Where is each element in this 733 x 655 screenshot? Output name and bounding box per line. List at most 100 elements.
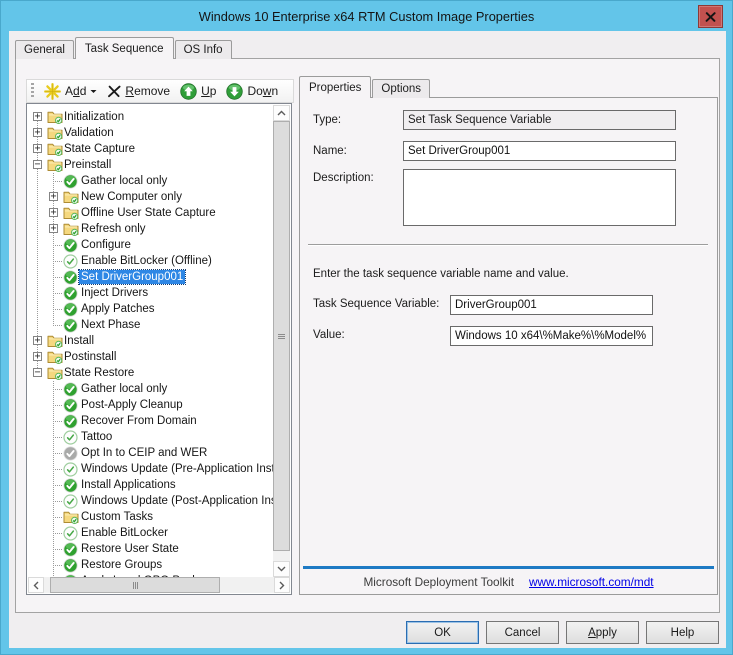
tree-item-install[interactable]: +Install bbox=[28, 333, 274, 349]
horizontal-scroll-thumb[interactable] bbox=[50, 577, 220, 593]
tree-item-preinstall[interactable]: −Preinstall bbox=[28, 157, 274, 173]
tree-item-label: Configure bbox=[79, 238, 133, 252]
tree-item-windows-update-pre-application-installation[interactable]: Windows Update (Pre-Application Installa… bbox=[28, 461, 274, 477]
tree-item-opt-in-to-ceip-and-wer[interactable]: Opt In to CEIP and WER bbox=[28, 445, 274, 461]
tree-item-post-apply-cleanup[interactable]: Post-Apply Cleanup bbox=[28, 397, 274, 413]
collapse-minus-icon[interactable]: − bbox=[33, 160, 42, 169]
expand-plus-icon[interactable]: + bbox=[33, 144, 42, 153]
tree-item-next-phase[interactable]: Next Phase bbox=[28, 317, 274, 333]
tree-connector-line bbox=[53, 485, 63, 486]
tree-item-recover-from-domain[interactable]: Recover From Domain bbox=[28, 413, 274, 429]
add-button[interactable]: Add bbox=[39, 82, 102, 101]
step-check-icon bbox=[63, 558, 78, 573]
tree-item-refresh-only[interactable]: + Refresh only bbox=[28, 221, 274, 237]
tree-item-tattoo[interactable]: Tattoo bbox=[28, 429, 274, 445]
name-input[interactable] bbox=[403, 141, 676, 161]
tree-item-custom-tasks[interactable]: Custom Tasks bbox=[28, 509, 274, 525]
tree-item-label: Windows Update (Pre-Application Installa… bbox=[79, 462, 274, 476]
expand-plus-icon[interactable]: + bbox=[33, 336, 42, 345]
up-label: Up bbox=[201, 84, 216, 98]
expand-plus-icon[interactable]: + bbox=[33, 352, 42, 361]
expand-plus-icon[interactable]: + bbox=[49, 192, 58, 201]
tree-item-restore-user-state[interactable]: Restore User State bbox=[28, 541, 274, 557]
variable-input[interactable] bbox=[450, 295, 653, 315]
step-tabstrip: PropertiesOptions bbox=[299, 77, 431, 98]
down-button[interactable]: Down bbox=[221, 82, 283, 101]
tree-item-label: Recover From Domain bbox=[79, 414, 199, 428]
tree-connector-line bbox=[53, 405, 63, 406]
tree-item-new-computer-only[interactable]: +New Computer only bbox=[28, 189, 274, 205]
tree-item-initialization[interactable]: + Initialization bbox=[28, 109, 274, 125]
scroll-up-button[interactable] bbox=[273, 105, 290, 121]
expand-plus-icon[interactable]: + bbox=[33, 112, 42, 121]
help-button[interactable]: Help bbox=[646, 621, 719, 644]
variable-label: Task Sequence Variable: bbox=[313, 298, 439, 310]
scroll-right-button[interactable] bbox=[274, 577, 290, 593]
apply-button[interactable]: Apply bbox=[566, 621, 639, 644]
tree-connector-line bbox=[53, 565, 63, 566]
step-check-icon bbox=[63, 238, 78, 253]
value-label: Value: bbox=[313, 329, 345, 341]
tree-connector-line bbox=[53, 501, 63, 502]
tree-item-apply-patches[interactable]: Apply Patches bbox=[28, 301, 274, 317]
tree-item-enable-bitlocker[interactable]: Enable BitLocker bbox=[28, 525, 274, 541]
tree-item-label: Tattoo bbox=[79, 430, 114, 444]
tree-item-enable-bitlocker-offline[interactable]: Enable BitLocker (Offline) bbox=[28, 253, 274, 269]
tree-item-install-applications[interactable]: Install Applications bbox=[28, 477, 274, 493]
horizontal-scrollbar[interactable] bbox=[28, 577, 290, 593]
tree-item-label: Inject Drivers bbox=[79, 286, 150, 300]
tab-os-info[interactable]: OS Info bbox=[175, 40, 232, 59]
expand-plus-icon[interactable]: + bbox=[33, 128, 42, 137]
description-input[interactable] bbox=[403, 169, 676, 226]
tree-item-state-capture[interactable]: +State Capture bbox=[28, 141, 274, 157]
type-label: Type: bbox=[313, 114, 341, 126]
tree-item-postinstall[interactable]: + Postinstall bbox=[28, 349, 274, 365]
value-input[interactable] bbox=[450, 326, 653, 346]
task-sequence-tabpage: Add Remove Up Down + Initialization+Validati… bbox=[15, 58, 720, 613]
up-button[interactable]: Up bbox=[175, 82, 221, 101]
tree-item-label: Refresh only bbox=[79, 222, 148, 236]
tree-item-label: Opt In to CEIP and WER bbox=[79, 446, 209, 460]
toolbar-grip-icon[interactable] bbox=[31, 83, 34, 99]
ok-button[interactable]: OK bbox=[406, 621, 479, 644]
close-button[interactable] bbox=[698, 5, 723, 28]
tab-general[interactable]: General bbox=[15, 40, 74, 59]
tree-item-label: Initialization bbox=[62, 110, 126, 124]
tab-task-sequence[interactable]: Task Sequence bbox=[75, 37, 174, 59]
tree-item-state-restore[interactable]: −State Restore bbox=[28, 365, 274, 381]
scroll-down-button[interactable] bbox=[273, 561, 290, 577]
tree-item-set-drivergroup001[interactable]: Set DriverGroup001 bbox=[28, 269, 274, 285]
tree-item-label: Postinstall bbox=[62, 350, 118, 364]
vertical-scrollbar[interactable] bbox=[273, 105, 290, 577]
tree-item-offline-user-state-capture[interactable]: +Offline User State Capture bbox=[28, 205, 274, 221]
tree-item-configure[interactable]: Configure bbox=[28, 237, 274, 253]
add-label: Add bbox=[65, 84, 86, 98]
tree-item-gather-local-only[interactable]: Gather local only bbox=[28, 381, 274, 397]
tree-item-label: Apply Patches bbox=[79, 302, 157, 316]
tab-properties[interactable]: Properties bbox=[299, 76, 371, 98]
tree-connector-line bbox=[53, 293, 63, 294]
expand-plus-icon[interactable]: + bbox=[49, 224, 58, 233]
expand-plus-icon[interactable]: + bbox=[49, 208, 58, 217]
titlebar[interactable]: Windows 10 Enterprise x64 RTM Custom Ima… bbox=[1, 1, 732, 31]
tree-item-inject-drivers[interactable]: Inject Drivers bbox=[28, 285, 274, 301]
dropdown-caret-icon bbox=[90, 89, 97, 94]
tree-item-windows-update-post-application-installation[interactable]: Windows Update (Post-Application Install… bbox=[28, 493, 274, 509]
step-check-light-icon bbox=[63, 462, 78, 477]
tab-options[interactable]: Options bbox=[372, 79, 430, 98]
vertical-scroll-thumb[interactable] bbox=[273, 121, 290, 551]
separator bbox=[308, 244, 708, 246]
tree-item-validation[interactable]: +Validation bbox=[28, 125, 274, 141]
mdt-link[interactable]: www.microsoft.com/mdt bbox=[529, 575, 654, 589]
tree-item-label: Set DriverGroup001 bbox=[79, 270, 185, 284]
cancel-button[interactable]: Cancel bbox=[486, 621, 559, 644]
tree-item-gather-local-only[interactable]: Gather local only bbox=[28, 173, 274, 189]
tree-item-label: Custom Tasks bbox=[79, 510, 155, 524]
tree-item-restore-groups[interactable]: Restore Groups bbox=[28, 557, 274, 573]
scroll-left-button[interactable] bbox=[28, 577, 44, 593]
remove-button[interactable]: Remove bbox=[102, 83, 175, 99]
step-check-light-icon bbox=[63, 494, 78, 509]
tree-connector-line bbox=[53, 261, 63, 262]
close-icon bbox=[705, 12, 716, 22]
collapse-minus-icon[interactable]: − bbox=[33, 368, 42, 377]
